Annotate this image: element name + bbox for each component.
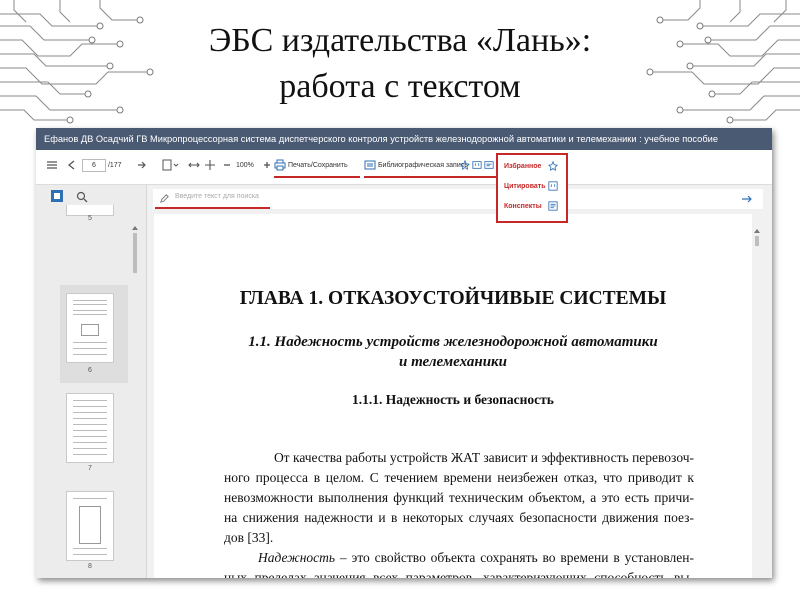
zoom-level[interactable]: 100%: [236, 159, 254, 173]
favorites-star-icon[interactable]: [459, 159, 471, 173]
page-total-label: /177: [107, 162, 122, 169]
print-save-button[interactable]: Печать/Сохранить: [274, 159, 348, 173]
bookmarks-underline: [456, 176, 496, 178]
slide-title: ЭБС издательства «Лань»: работа с тексто…: [0, 18, 800, 110]
book-title-bar: Ефанов ДВ Осадчий ГВ Микропроцессорная с…: [36, 128, 772, 150]
print-save-underline: [274, 176, 360, 178]
print-save-label: Печать/Сохранить: [287, 162, 348, 169]
section-heading-line1: 1.1. Надежность устройств железнодорожно…: [248, 334, 658, 350]
text-search-bar: Введите текст для поиска: [153, 189, 763, 209]
thumbnail-page-7[interactable]: [66, 393, 114, 463]
para1-line1: От качества работы устройств ЖАТ зависит…: [273, 450, 694, 465]
subsection-heading: 1.1.1. Надежность и безопасность: [352, 392, 554, 407]
para1-line2: ного процесса в целом. С течением времен…: [224, 470, 694, 485]
section-heading: 1.1. Надежность устройств железнодорожно…: [154, 332, 752, 372]
bibliographic-underline: [364, 176, 456, 178]
search-input[interactable]: Введите текст для поиска: [175, 193, 259, 200]
para2-line2: ных пределах значения всех параметров, х…: [224, 570, 694, 578]
popup-cite[interactable]: Цитировать: [504, 181, 558, 193]
page-current-input[interactable]: 6: [82, 159, 106, 172]
document-scrollbar[interactable]: [754, 228, 760, 578]
bibliographic-button[interactable]: Библиографическая запись: [364, 159, 468, 173]
sidebar-scrollbar[interactable]: [132, 225, 138, 565]
para2-rest: – это свойство объекта сохранять во врем…: [335, 550, 694, 565]
thumbnail-label-8: 8: [88, 563, 92, 570]
paragraph-1: От качества работы устройств ЖАТ зависит…: [224, 448, 694, 548]
move-icon[interactable]: [204, 159, 216, 173]
slide-title-line2: работа с текстом: [279, 68, 521, 105]
star-icon: [548, 161, 558, 171]
next-page-icon[interactable]: [136, 159, 148, 173]
thumbnail-label-7: 7: [88, 465, 92, 472]
popup-favorites[interactable]: Избранное: [504, 161, 558, 173]
zoom-in-icon[interactable]: [262, 159, 272, 173]
thumbnail-page-8[interactable]: [66, 491, 114, 561]
quote-icon: [548, 181, 558, 191]
popup-cite-label: Цитировать: [504, 183, 546, 190]
notes-icon[interactable]: [484, 159, 494, 173]
document-page: ГЛАВА 1. ОТКАЗОУСТОЙЧИВЫЕ СИСТЕМЫ 1.1. Н…: [154, 214, 752, 578]
thumbnail-label-5: 5: [88, 215, 92, 222]
page-layout-icon[interactable]: [162, 159, 180, 173]
reader-toolbar: 6 /177 100% Печать/Сохранить Библиографи…: [36, 150, 772, 185]
slide-title-line1: ЭБС издательства «Лань»:: [208, 22, 592, 59]
page-thumbnails-sidebar: 5 6 7 8: [36, 185, 147, 578]
search-underline: [155, 207, 270, 209]
section-heading-line2: и телемеханики: [399, 354, 507, 370]
bookmarks-popup: Избранное Цитировать Конспекты: [496, 153, 568, 223]
search-edit-icon: [160, 194, 169, 203]
thumbnail-label-6: 6: [88, 367, 92, 374]
fit-width-icon[interactable]: [188, 159, 200, 173]
para2-term: Надежность: [258, 550, 336, 565]
menu-icon[interactable]: [46, 159, 58, 173]
search-tab-icon[interactable]: [76, 191, 88, 203]
printer-icon: [274, 159, 286, 171]
bibliographic-label: Библиографическая запись: [377, 162, 468, 169]
cite-quote-icon[interactable]: [472, 159, 482, 173]
popup-notes-label: Конспекты: [504, 203, 542, 210]
search-go-arrow-icon[interactable]: [741, 193, 753, 205]
note-icon: [548, 201, 558, 211]
thumbnail-page-6[interactable]: [66, 293, 114, 363]
popup-notes[interactable]: Конспекты: [504, 201, 558, 213]
para1-line4: на снижения надежности и в некоторых слу…: [224, 510, 694, 525]
zoom-out-icon[interactable]: [222, 159, 232, 173]
page-number-field[interactable]: 6 /177: [82, 159, 122, 173]
chapter-heading: ГЛАВА 1. ОТКАЗОУСТОЙЧИВЫЕ СИСТЕМЫ: [239, 288, 667, 309]
para1-line3: невозможности выполнения функций техниче…: [224, 490, 694, 505]
prev-page-icon[interactable]: [66, 159, 78, 173]
thumbnails-tab-icon[interactable]: [50, 189, 64, 203]
para1-line5: дов [33].: [224, 530, 274, 545]
popup-favorites-label: Избранное: [504, 163, 542, 170]
paragraph-2: Надежность – это свойство объекта сохран…: [224, 548, 694, 578]
reader-screenshot: Ефанов ДВ Осадчий ГВ Микропроцессорная с…: [36, 128, 772, 578]
bibliography-icon: [364, 160, 376, 170]
